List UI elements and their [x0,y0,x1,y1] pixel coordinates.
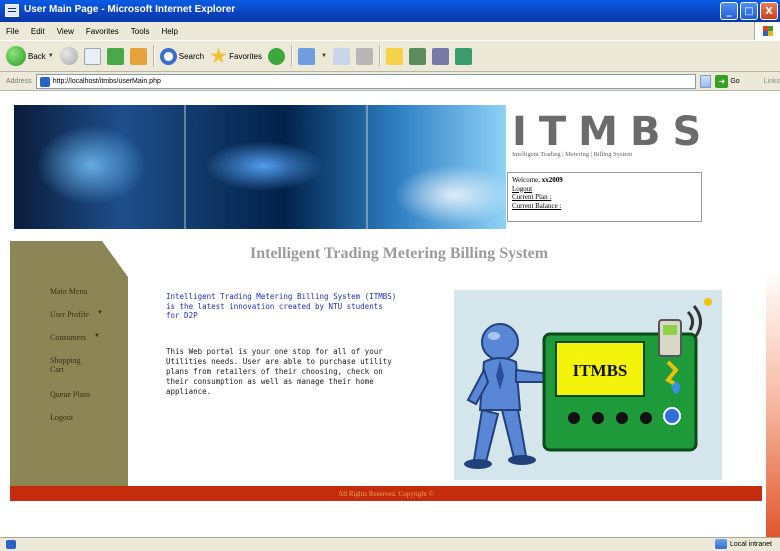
research-icon[interactable] [431,47,449,65]
back-button[interactable]: Back ▼ [6,46,54,66]
go-label: Go [730,77,740,85]
close-button[interactable]: X [760,2,778,20]
back-arrow-icon [6,46,26,66]
sidebar-item-shopping-cart[interactable]: Shopping Cart [50,356,103,390]
star-icon [210,47,227,63]
page-status-icon [6,540,16,549]
user-info-box: Welcome, xx2009 Logout Current Plan : Cu… [507,172,702,222]
address-input[interactable]: http://localhost/itmbs/userMain.php [35,73,697,89]
forward-arrow-icon [59,47,78,65]
illustration-label: ITMBS [573,361,628,380]
ie-page-icon [5,4,19,17]
logo-subtitle: Intelligent Trading | Metering | Billing… [512,151,633,158]
go-arrow-icon: ➜ [715,74,729,88]
windows-logo-icon [754,22,780,40]
stop-icon[interactable] [83,47,101,65]
description-text: This Web portal is your one stop for all… [166,347,392,396]
page-content: ITMBS Intelligent Trading | Metering | B… [10,91,762,537]
sidebar-item-main-menu[interactable]: Main Menu [50,287,103,310]
current-balance-link[interactable]: Current Balance : [512,202,561,210]
status-bar: Local intranet [0,537,780,551]
refresh-icon[interactable] [106,47,124,65]
search-button[interactable]: Search [159,47,205,65]
search-icon [159,47,177,65]
intro-text: Intelligent Trading Metering Billing Sys… [166,292,397,320]
menu-view[interactable]: View [57,27,74,36]
menu-help[interactable]: Help [161,27,177,36]
sidebar-item-user-profile[interactable]: User Profile ▼ [50,310,103,333]
sidebar-menu: Main Menu User Profile ▼ Consumers ▼ Sho… [50,287,103,436]
discuss-icon[interactable] [454,47,472,65]
toolbar-separator [152,45,154,67]
sidebar-item-label: User Profile [50,310,89,319]
sidebar-item-label: Consumers [50,333,86,342]
browser-toolbar: Back ▼ Search Favorites ▼ [0,40,780,72]
address-url: http://localhost/itmbs/userMain.php [52,77,161,85]
favorites-label: Favorites [229,51,263,61]
header-banner-image [14,105,506,229]
welcome-prefix: Welcome, [512,176,542,184]
favorites-button[interactable]: Favorites [210,47,263,65]
folder-icon[interactable] [385,47,403,65]
page-footer: All Rights Reserved. Copyright © [10,486,762,501]
sidebar-header-tab [10,241,128,277]
chevron-down-icon: ▼ [96,310,103,316]
sidebar-item-queue-plans[interactable]: Queue Plans [50,390,103,413]
address-dropdown-button[interactable] [700,74,712,88]
current-plan-link[interactable]: Current Plan : [512,193,551,201]
home-icon[interactable] [129,47,147,65]
page-edge-decoration [766,91,780,537]
toolbar-separator [291,45,293,67]
sidebar-item-label: Shopping Cart [50,356,81,374]
maximize-button[interactable]: □ [740,2,758,20]
forward-button[interactable] [59,47,78,65]
welcome-line: Welcome, xx2009 [512,176,697,185]
security-zone: Local intranet [714,539,772,549]
print-icon[interactable] [355,47,373,65]
links-label[interactable]: Links [764,78,780,85]
address-label: Address [6,77,32,85]
sidebar-item-label: Logout [50,413,74,422]
sidebar-item-consumers[interactable]: Consumers ▼ [50,333,103,356]
address-bar: Address http://localhost/itmbs/userMain.… [0,72,780,91]
intranet-zone-icon [714,539,727,549]
window-title: User Main Page - Microsoft Internet Expl… [24,4,236,15]
person-with-meter-illustration: ITMBS [464,298,712,469]
menu-bar: File Edit View Favorites Tools Help [0,22,780,40]
menu-file[interactable]: File [6,27,19,36]
toolbar-separator [378,45,380,67]
sidebar-item-label: Main Menu [50,287,88,296]
mail-icon[interactable] [332,47,350,65]
history-icon[interactable] [298,47,316,65]
chevron-down-icon: ▼ [94,333,100,339]
menu-edit[interactable]: Edit [31,27,45,36]
logout-link[interactable]: Logout [512,185,532,193]
menu-tools[interactable]: Tools [131,27,150,36]
search-label: Search [178,51,205,61]
site-logo: ITMBS [512,109,714,155]
minimize-button[interactable]: _ [720,2,738,20]
back-label: Back [28,51,46,61]
messenger-icon[interactable] [408,47,426,65]
sidebar-item-label: Queue Plans [50,390,91,399]
page-viewport: ITMBS Intelligent Trading | Metering | B… [0,91,780,537]
sidebar-item-logout[interactable]: Logout [50,413,103,436]
zone-label: Local intranet [729,540,772,548]
itmbs-illustration: ITMBS [454,290,722,480]
chevron-down-icon[interactable]: ▼ [321,53,327,59]
media-icon[interactable] [268,47,286,65]
window-title-bar[interactable]: User Main Page - Microsoft Internet Expl… [0,0,780,22]
page-icon [39,76,50,87]
menu-favorites[interactable]: Favorites [86,27,119,36]
chevron-down-icon: ▼ [47,53,54,59]
page-title: Intelligent Trading Metering Billing Sys… [250,245,549,262]
window-controls: _ □ X [720,2,778,20]
go-button[interactable]: ➜ Go [715,74,740,88]
footer-text: All Rights Reserved. Copyright © [338,489,434,498]
username: xx2009 [541,176,563,184]
